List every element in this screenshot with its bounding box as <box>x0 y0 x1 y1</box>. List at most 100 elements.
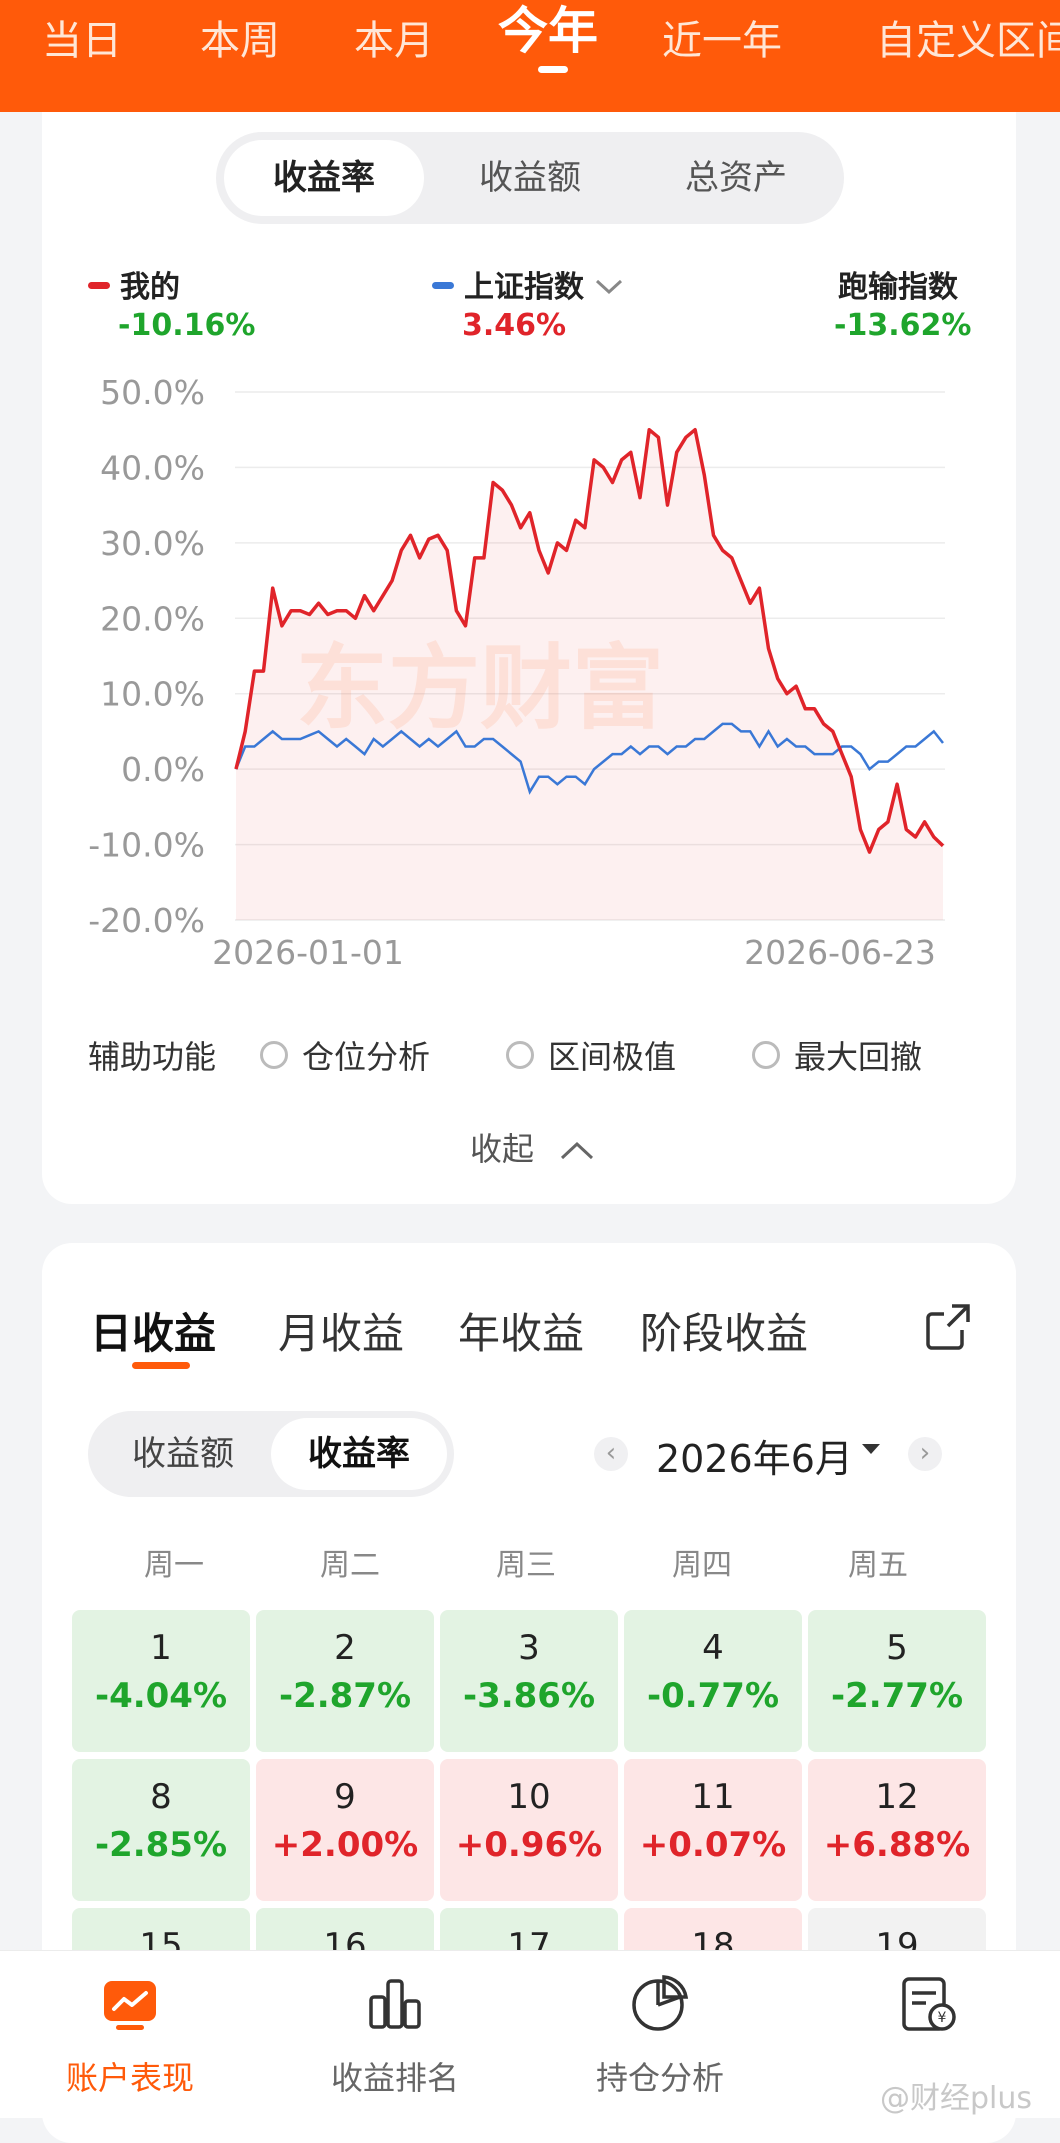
day-return-value: +6.88% <box>823 1825 971 1865</box>
day-return-value: +2.00% <box>271 1825 419 1865</box>
calendar-day-cell[interactable]: 1 -4.04% <box>72 1610 250 1752</box>
day-number: 3 <box>518 1628 540 1668</box>
chevron-down-icon[interactable] <box>594 277 624 297</box>
day-return-value: +0.07% <box>639 1825 787 1865</box>
radio-label: 仓位分析 <box>302 1038 431 1076</box>
day-number: 12 <box>875 1777 919 1817</box>
calendar-day-cell[interactable]: 2 -2.87% <box>256 1610 434 1752</box>
month-selector[interactable]: 2026年6月 <box>656 1428 853 1483</box>
calendar-day-cell[interactable]: 5 -2.77% <box>808 1610 986 1752</box>
y-tick-label: 0.0% <box>121 750 205 789</box>
pie-chart-icon <box>632 1975 689 2031</box>
nav-label: 账户表现 <box>65 2059 194 2097</box>
radio-range-extreme[interactable]: 区间极值 <box>506 1032 676 1078</box>
day-number: 8 <box>150 1777 172 1817</box>
legend-mine: 我的 <box>88 262 180 306</box>
day-return-value: -4.04% <box>94 1676 228 1716</box>
aux-label: 辅助功能 <box>88 1038 217 1076</box>
x-tick-end: 2026-06-23 <box>744 933 936 972</box>
radio-circle-icon <box>506 1041 534 1069</box>
tab-this-year[interactable]: 今年 <box>498 0 598 66</box>
y-axis-ticks: 50.0% 40.0% 30.0% 20.0% 10.0% 0.0% -10.0% -20.0… <box>88 373 205 940</box>
y-tick-label: 50.0% <box>100 373 205 412</box>
radio-circle-icon <box>260 1041 288 1069</box>
tab-yearly-profit[interactable]: 年收益 <box>458 1300 584 1361</box>
legend-index[interactable]: 上证指数 <box>432 262 624 306</box>
radio-circle-icon <box>752 1041 780 1069</box>
tab-custom-range[interactable]: 自定义区间 <box>876 6 1060 76</box>
bar-chart-icon <box>369 1979 421 2029</box>
calendar-day-cell[interactable]: 12 +6.88% <box>808 1759 986 1901</box>
profit-metric-toggle: 收益额 收益率 <box>88 1411 454 1497</box>
weekday-label: 周三 <box>496 1548 556 1583</box>
legend-mine-value: -10.16% <box>118 308 256 343</box>
calendar-day-cell[interactable]: 3 -3.86% <box>440 1610 618 1752</box>
y-tick-label: 10.0% <box>100 675 205 714</box>
legend-index-value: 3.46% <box>462 308 567 343</box>
legend-lag: 跑输指数 <box>838 262 958 306</box>
weekday-label: 周四 <box>672 1548 732 1583</box>
legend-mine-swatch <box>88 282 110 289</box>
radio-max-drawdown[interactable]: 最大回撤 <box>752 1032 922 1078</box>
x-tick-start: 2026-01-01 <box>212 933 404 972</box>
day-return-value: -2.87% <box>278 1676 412 1716</box>
y-tick-label: 30.0% <box>100 524 205 563</box>
tab-week[interactable]: 本周 <box>200 6 280 76</box>
y-tick-label: 20.0% <box>100 599 205 638</box>
collapse-button[interactable]: 收起 <box>470 1124 596 1170</box>
active-tab-indicator <box>538 66 568 73</box>
calendar-day-cell[interactable]: 8 -2.85% <box>72 1759 250 1901</box>
bill-icon: ¥ <box>902 1977 956 2031</box>
tab-stage-profit[interactable]: 阶段收益 <box>640 1300 808 1361</box>
y-tick-label: -10.0% <box>88 826 205 865</box>
calendar-day-cell[interactable]: 10 +0.96% <box>440 1759 618 1901</box>
day-return-value: -2.85% <box>94 1825 228 1865</box>
nav-profit-ranking[interactable]: 收益排名 <box>285 1971 505 2099</box>
day-number: 4 <box>702 1628 724 1668</box>
legend-lag-label: 跑输指数 <box>838 270 958 305</box>
day-number: 5 <box>886 1628 908 1668</box>
toggle-profit-amount[interactable]: 收益额 <box>95 1418 271 1490</box>
day-number: 9 <box>334 1777 356 1817</box>
tab-monthly-profit[interactable]: 月收益 <box>278 1300 404 1361</box>
return-line-chart[interactable]: 东方财富 50.0%40.0%30.0%20.0%10.0%0.0%-10.0%… <box>60 360 960 980</box>
day-return-value: -0.77% <box>646 1676 780 1716</box>
nav-label: 持仓分析 <box>595 2059 724 2097</box>
tab-month[interactable]: 本月 <box>354 6 434 76</box>
weekday-label: 周二 <box>320 1548 380 1583</box>
chevron-up-icon <box>561 1141 594 1160</box>
y-tick-label: -20.0% <box>88 901 205 940</box>
legend-index-label: 上证指数 <box>464 270 584 305</box>
weekday-label: 周一 <box>144 1548 204 1583</box>
nav-holdings-analysis[interactable]: 持仓分析 <box>550 1971 770 2099</box>
share-icon[interactable] <box>922 1300 974 1352</box>
legend-index-swatch <box>432 282 454 289</box>
calendar-day-cell[interactable]: 11 +0.07% <box>624 1759 802 1901</box>
period-tab-bar: 当日 本周 本月 今年 近一年 自定义区间 <box>0 0 1060 112</box>
svg-text:¥: ¥ <box>938 2010 947 2026</box>
tab-daily-profit[interactable]: 日收益 <box>90 1300 216 1361</box>
metric-tab-total-assets[interactable]: 总资产 <box>636 140 836 216</box>
weekday-label: 周五 <box>848 1548 908 1583</box>
day-number: 10 <box>507 1777 551 1817</box>
tab-today[interactable]: 当日 <box>42 6 122 76</box>
toggle-profit-rate[interactable]: 收益率 <box>271 1418 447 1490</box>
day-return-value: -2.77% <box>830 1676 964 1716</box>
tab-last-year[interactable]: 近一年 <box>662 6 782 76</box>
metric-tab-return-amount[interactable]: 收益额 <box>430 140 630 216</box>
metric-tab-return-rate[interactable]: 收益率 <box>224 140 424 216</box>
day-number: 11 <box>691 1777 735 1817</box>
day-number: 1 <box>150 1628 172 1668</box>
corner-watermark: @财经plus <box>880 2081 1033 2116</box>
calendar-day-cell[interactable]: 4 -0.77% <box>624 1610 802 1752</box>
calendar-day-cell[interactable]: 9 +2.00% <box>256 1759 434 1901</box>
legend-lag-value: -13.62% <box>834 308 972 343</box>
prev-month-button[interactable]: ‹ <box>594 1437 628 1471</box>
radio-position-analysis[interactable]: 仓位分析 <box>260 1032 430 1078</box>
radio-label: 最大回撤 <box>794 1038 923 1076</box>
legend-mine-label: 我的 <box>120 270 180 305</box>
nav-label: 收益排名 <box>330 2059 459 2097</box>
nav-account-performance[interactable]: 账户表现 <box>20 1971 240 2099</box>
next-month-button[interactable]: › <box>908 1437 942 1471</box>
caret-down-icon[interactable] <box>862 1444 880 1454</box>
